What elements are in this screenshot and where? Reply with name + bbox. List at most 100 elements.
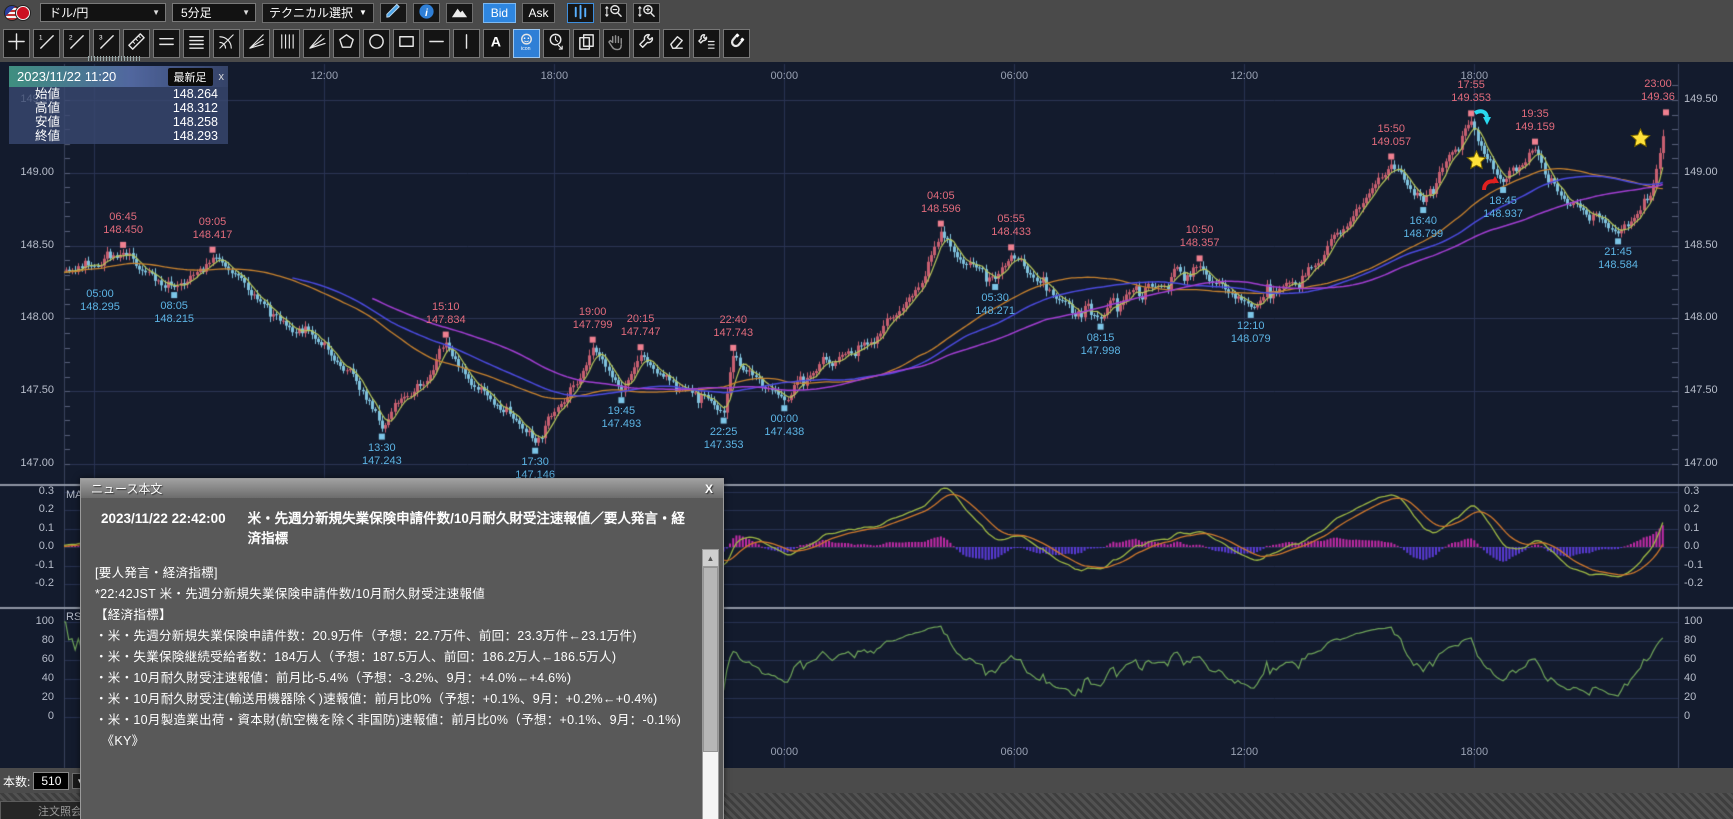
svg-text:2: 2 [69,34,73,41]
news-line: *22:42JST 米・先週分新規失業保険申請件数/10月耐久財受注速報値 [95,584,697,605]
timeframe-select[interactable]: 5分足 ▼ [172,3,256,22]
tool-crosshair-button[interactable] [3,29,30,58]
ellipse-icon [367,32,386,56]
currency-pair-flags [4,4,34,21]
news-text: [要人発言・経済指標]*22:42JST 米・先週分新規失業保険申請件数/10月… [95,563,697,752]
tool-icon-stamp-button[interactable]: icon [513,29,540,58]
symbol-select[interactable]: ドル/円 ▼ [40,3,166,22]
open-value: 148.264 [173,87,218,101]
ohlc-header: 2023/11/22 11:20 最新足 x [9,66,228,87]
bid-button[interactable]: Bid [483,3,516,23]
news-window-titlebar[interactable]: ニュース本文 X [81,479,723,498]
ohlc-row-close: 終値 148.293 [9,129,228,143]
fan-lines-icon [247,32,266,56]
tool-h-lines-4-button[interactable] [183,29,210,58]
pencil-icon [384,2,403,24]
news-scrollbar[interactable]: ▲ [702,549,719,819]
news-body: 2023/11/22 22:42:00 米・先週分新規失業保険申請件数/10月耐… [95,505,697,819]
scrollbar-thumb[interactable] [703,567,718,752]
draw-toolbar: 1 2 3 Aicon [0,26,1733,61]
rectangle-icon [397,32,416,56]
tool-text-button[interactable]: A [483,29,510,58]
zoom-in-icon [637,2,656,24]
text-icon: A [487,32,506,56]
tool-trendline-3-button[interactable]: 3 [93,29,120,58]
ohlc-row-open: 始値 148.264 [9,87,228,101]
zoom-out-button[interactable] [600,3,627,23]
zoom-in-button[interactable] [633,3,660,23]
symbol-select-value: ドル/円 [49,4,88,21]
h-line-icon [427,32,446,56]
tool-ruler-button[interactable] [123,29,150,58]
tool-fan-arc-button[interactable] [213,29,240,58]
ask-button[interactable]: Ask [522,3,555,23]
news-headline-text: 米・先週分新規失業保険申請件数/10月耐久財受注速報値／要人発言・経済指標 [248,509,697,549]
technical-select-button[interactable]: テクニカル選択 ▼ [262,3,374,23]
tool-wrench-button[interactable] [633,29,660,58]
close-label: 終値 [35,129,60,143]
news-line: 《KY》 [95,731,697,752]
high-label: 高値 [35,101,60,115]
info-icon: i [417,2,436,24]
ohlc-close-icon[interactable]: x [219,71,225,83]
trendline-1-icon: 1 [37,32,56,56]
tool-h-lines-2-button[interactable] [153,29,180,58]
close-value: 148.293 [173,129,218,143]
tool-rectangle-button[interactable] [393,29,420,58]
chart-style-button[interactable] [567,3,594,23]
chevron-down-icon: ▼ [152,8,160,17]
svg-text:1: 1 [39,34,43,41]
tool-eraser-button[interactable] [663,29,690,58]
ohlc-row-high: 高値 148.312 [9,101,228,115]
tool-copy-button[interactable] [573,29,600,58]
latest-bar-badge: 最新足 [168,68,213,86]
news-window-title: ニュース本文 [91,480,701,497]
tool-pan-hand-button[interactable] [603,29,630,58]
h-lines-2-icon [157,32,176,56]
draw-pencil-button[interactable] [380,3,407,23]
tool-rays-button[interactable] [303,29,330,58]
news-line: [要人発言・経済指標] [95,563,697,584]
tool-history-clock-button[interactable] [543,29,570,58]
eraser-icon [667,32,686,56]
tool-v-lines-button[interactable] [273,29,300,58]
area-chart-button[interactable] [446,3,473,23]
japan-flag-icon [15,5,31,21]
news-close-icon[interactable]: X [701,482,717,496]
tool-trendline-2-button[interactable]: 2 [63,29,90,58]
svg-text:icon: icon [521,46,531,51]
scroll-up-icon[interactable]: ▲ [703,550,718,567]
zoom-out-icon [604,2,623,24]
news-headline-date: 2023/11/22 22:42:00 [101,509,226,549]
tool-v-line-button[interactable] [453,29,480,58]
svg-text:A: A [491,34,501,50]
info-button[interactable]: i [413,3,440,23]
ruler-icon [127,32,146,56]
ohlc-datetime: 2023/11/22 11:20 [17,69,168,84]
pentagon-icon [337,32,356,56]
news-line: ・米・10月耐久財受注(輸送用機器除く)速報値：前月比0%（予想：+0.1%、9… [95,689,697,710]
rays-icon [307,32,326,56]
news-line: ・米・10月耐久財受注速報値：前月比-5.4%（予想：-3.2%、9月：+4.0… [95,668,697,689]
tool-ellipse-button[interactable] [363,29,390,58]
tool-trendline-1-button[interactable]: 1 [33,29,60,58]
trendline-3-icon: 3 [97,32,116,56]
crosshair-icon [7,32,26,56]
low-value: 148.258 [173,115,218,129]
bid-label: Bid [491,6,508,20]
wrench-icon [637,32,656,56]
news-window[interactable]: ニュース本文 X 2023/11/22 22:42:00 米・先週分新規失業保険… [80,478,724,819]
news-line: ・米・先週分新規失業保険申請件数：20.9万件（予想：22.7万件、前回：23.… [95,626,697,647]
tool-fan-lines-button[interactable] [243,29,270,58]
panel-collapse-handle[interactable] [88,56,142,61]
tool-h-line-button[interactable] [423,29,450,58]
tool-pentagon-button[interactable] [333,29,360,58]
ask-label: Ask [528,6,548,20]
tool-magnet-button[interactable] [723,29,750,58]
svg-text:3: 3 [99,34,103,41]
low-label: 安値 [35,115,60,129]
news-line: 【経済指標】 [95,605,697,626]
technical-select-label: テクニカル選択 [269,4,353,21]
tool-settings-wrench-button[interactable] [693,29,720,58]
bar-count-value[interactable]: 510 [33,772,69,790]
